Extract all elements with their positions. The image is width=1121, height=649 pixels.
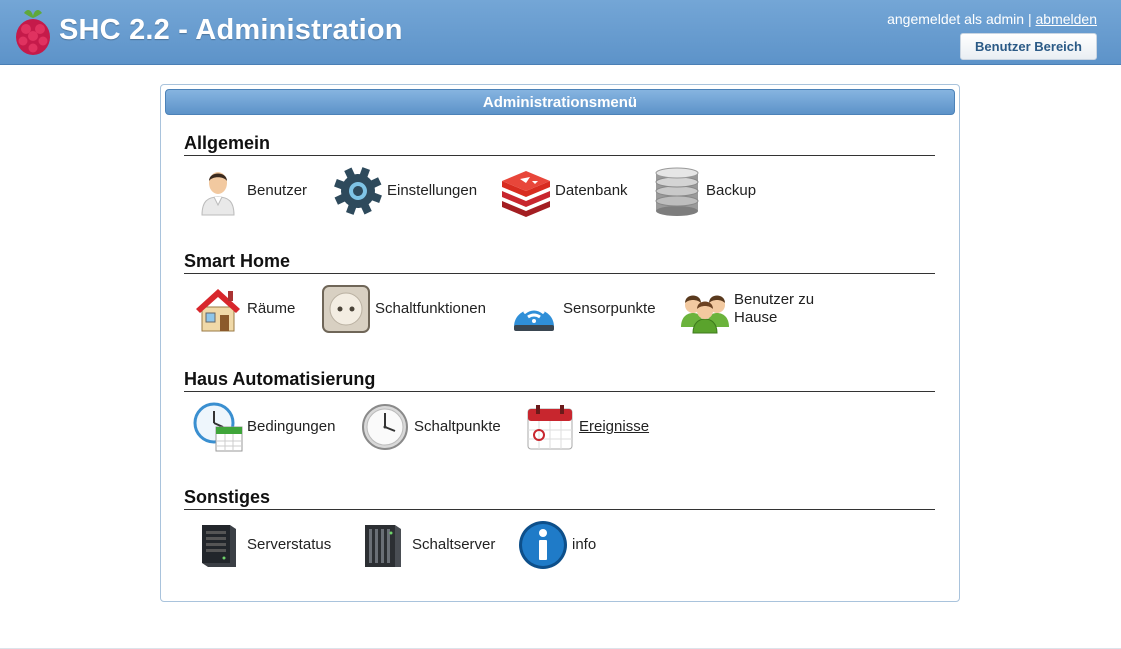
menu-item-label: Ereignisse (579, 418, 650, 435)
menu-item-label: Räume (247, 300, 296, 317)
menu-item-sensorpunkte[interactable]: Sensorpunkte (508, 283, 656, 335)
menu-item-label: Serverstatus (247, 536, 332, 553)
info-icon (519, 521, 567, 569)
calendar-icon (527, 405, 573, 450)
menu-item-info[interactable]: info (517, 519, 596, 571)
user-icon (201, 172, 235, 216)
menu-item-label: Benutzer zu Hause (734, 291, 815, 326)
menu-item-benutzer-zu-hause[interactable]: Benutzer zu Hause (679, 283, 830, 335)
menu-item-label: Schaltserver (412, 536, 496, 553)
app-title: SHC 2.2 - Administration (59, 14, 403, 46)
menu-item-raeume[interactable]: Räume (192, 283, 295, 335)
admin-menu-panel: Administrationsmenü Allgemein Benutzer E… (160, 84, 960, 602)
menu-item-benutzer[interactable]: Benutzer (192, 165, 307, 217)
gear-icon (334, 167, 382, 215)
menu-item-backup[interactable]: Backup (651, 165, 756, 217)
section-sonstiges: Sonstiges (184, 486, 935, 510)
menu-item-schaltpunkte[interactable]: Schaltpunkte (359, 401, 501, 453)
server-rack-icon (365, 525, 401, 567)
menu-item-label: Benutzer (247, 182, 308, 199)
menu-item-serverstatus[interactable]: Serverstatus (192, 519, 331, 571)
redis-icon (502, 171, 550, 217)
server-icon (202, 525, 236, 567)
raspberry-logo-icon (16, 9, 50, 55)
sensor-icon (514, 307, 554, 331)
section-allgemein: Allgemein (184, 132, 935, 156)
menu-item-label: Schaltpunkte (414, 418, 501, 435)
section-smart-home: Smart Home (184, 250, 935, 274)
users-group-icon (681, 295, 729, 334)
clock-calendar-icon (193, 402, 243, 452)
menu-item-label: Datenbank (555, 182, 628, 199)
menu-item-datenbank[interactable]: Datenbank (500, 165, 628, 217)
menu-item-ereignisse[interactable]: Ereignisse (524, 401, 649, 453)
database-icon (655, 167, 699, 216)
section-title: Sonstiges (184, 486, 935, 510)
section-title: Allgemein (184, 132, 935, 156)
menu-item-label: Sensorpunkte (563, 300, 656, 317)
login-status: angemeldet als admin | abmelden (887, 11, 1097, 27)
section-haus-automatisierung: Haus Automatisierung (184, 368, 935, 392)
menu-item-label: Einstellungen (387, 182, 478, 199)
menu-item-schaltserver[interactable]: Schaltserver (357, 519, 495, 571)
menu-item-label: info (572, 536, 597, 553)
menu-item-label: Schaltfunktionen (375, 300, 486, 317)
house-icon (196, 289, 240, 332)
section-title: Haus Automatisierung (184, 368, 935, 392)
user-area-button[interactable]: Benutzer Bereich (960, 33, 1097, 60)
section-title: Smart Home (184, 250, 935, 274)
logout-link[interactable]: abmelden (1036, 11, 1098, 27)
header-bar: SHC 2.2 - Administration angemeldet als … (0, 0, 1121, 65)
menu-item-label: Bedingungen (247, 418, 336, 435)
panel-title: Administrationsmenü (165, 89, 955, 115)
menu-item-einstellungen[interactable]: Einstellungen (332, 165, 477, 217)
menu-item-bedingungen[interactable]: Bedingungen (192, 401, 335, 453)
socket-icon (322, 285, 370, 333)
menu-item-label: Backup (706, 182, 757, 199)
logged-in-text: angemeldet als admin | (887, 11, 1032, 27)
menu-item-schaltfunktionen[interactable]: Schaltfunktionen (320, 283, 486, 335)
clock-icon (362, 404, 408, 450)
